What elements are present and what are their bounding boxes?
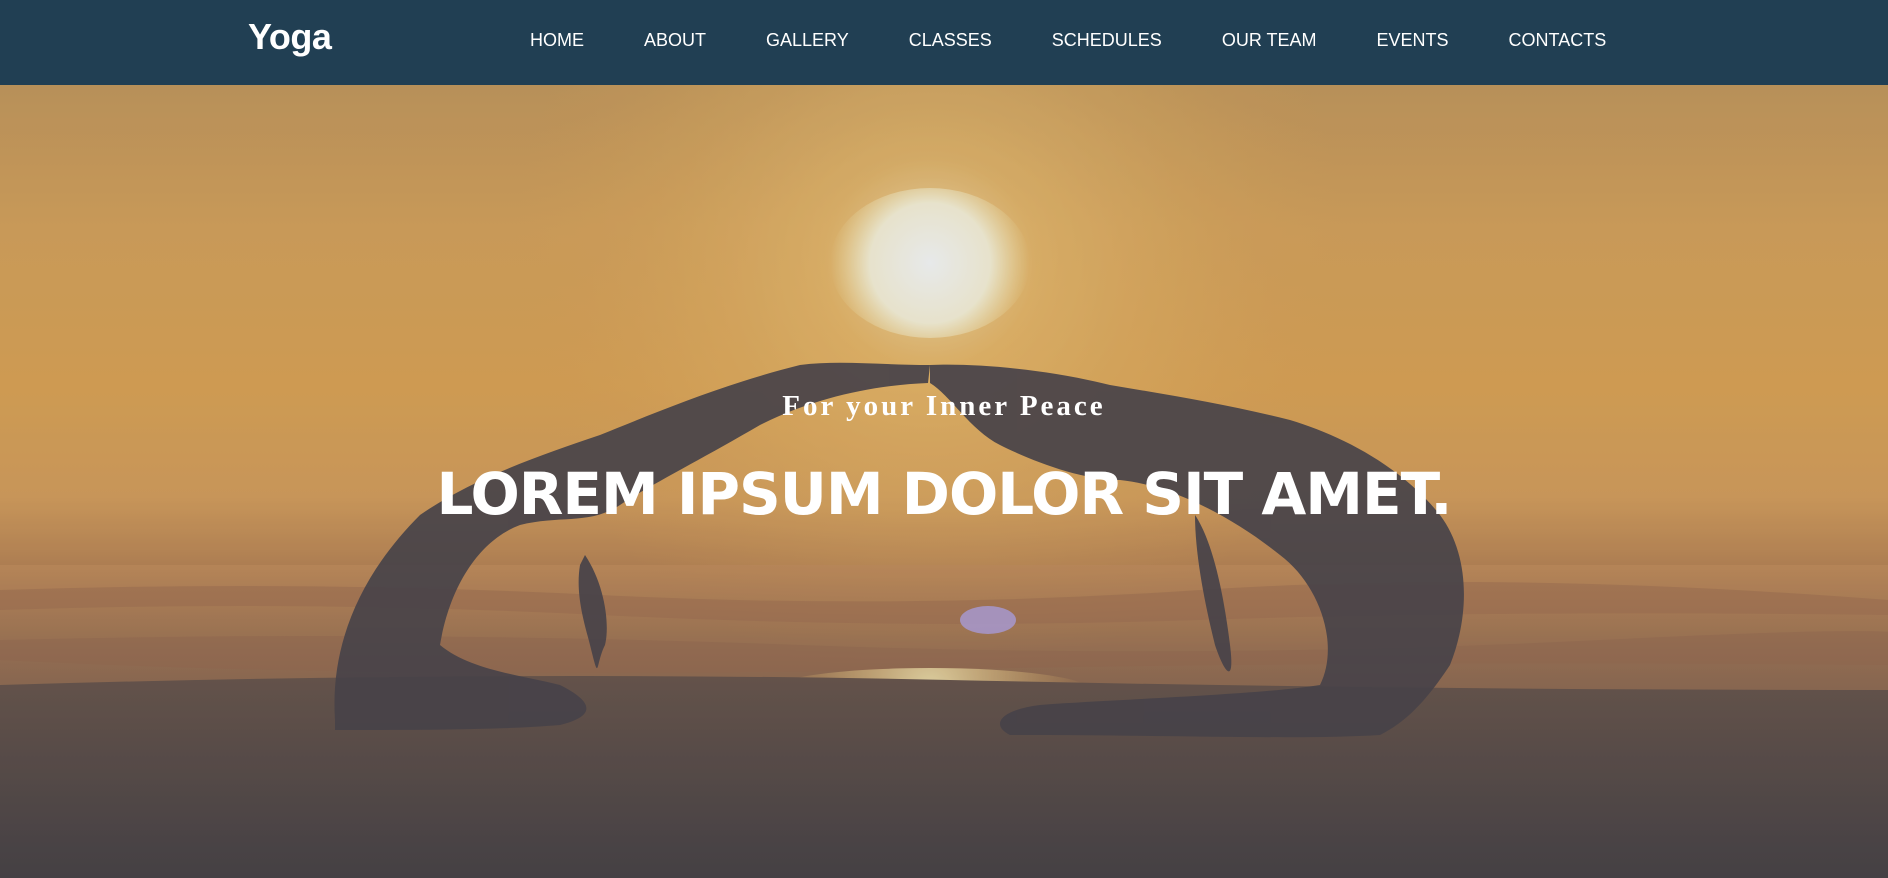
navbar: Yoga HOME ABOUT GALLERY CLASSES SCHEDULE…: [0, 0, 1888, 85]
nav-item-home[interactable]: HOME: [530, 30, 584, 56]
brand-logo[interactable]: Yoga: [248, 16, 332, 58]
hero-title: LOREM IPSUM DOLOR SIT AMET.: [436, 460, 1453, 528]
hero-banner: For your Inner Peace LOREM IPSUM DOLOR S…: [0, 85, 1888, 878]
nav-item-gallery[interactable]: GALLERY: [766, 30, 849, 56]
nav-item-schedules[interactable]: SCHEDULES: [1052, 30, 1162, 56]
hero-subtitle: For your Inner Peace: [782, 390, 1106, 422]
nav-item-contacts[interactable]: CONTACTS: [1509, 30, 1607, 56]
nav-item-our-team[interactable]: OUR TEAM: [1222, 30, 1317, 56]
nav-item-classes[interactable]: CLASSES: [909, 30, 992, 56]
nav-item-events[interactable]: EVENTS: [1377, 30, 1449, 56]
nav-item-about[interactable]: ABOUT: [644, 30, 706, 56]
nav-menu: HOME ABOUT GALLERY CLASSES SCHEDULES OUR…: [530, 0, 1606, 85]
